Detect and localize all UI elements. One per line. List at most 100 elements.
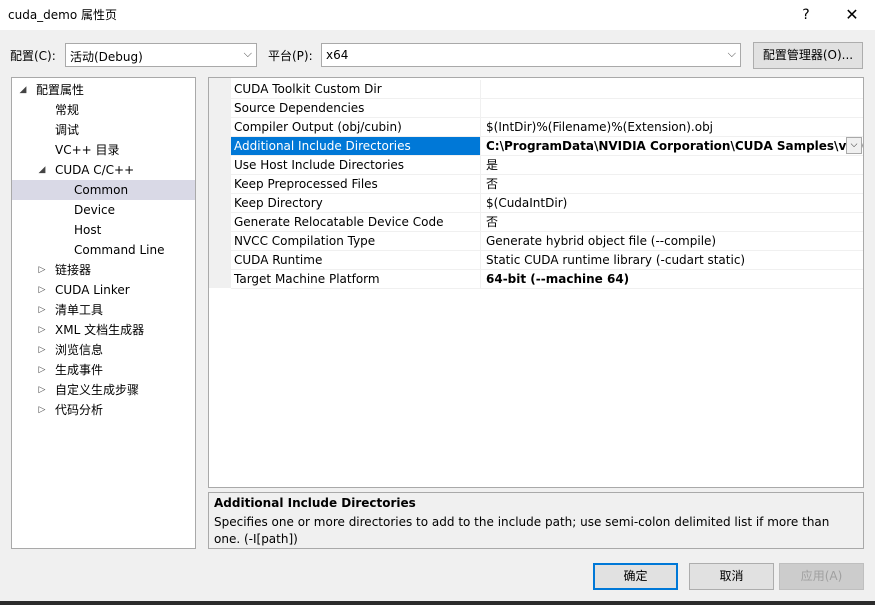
description-title: Additional Include Directories	[214, 496, 416, 510]
tree-item[interactable]: ▷ CUDA Linker	[12, 280, 195, 300]
tree-item[interactable]: VC++ 目录	[12, 140, 195, 160]
tree-item-label: Device	[74, 203, 116, 217]
property-value[interactable]: $(CudaIntDir)	[483, 194, 863, 212]
property-name: NVCC Compilation Type	[231, 232, 481, 250]
platform-select[interactable]: x64 ⌵	[321, 43, 741, 67]
tree-item[interactable]: ▷ 自定义生成步骤	[12, 380, 195, 400]
collapsed-arrow-icon[interactable]: ▷	[37, 400, 47, 420]
tree-item-label: 常规	[55, 103, 80, 117]
platform-label: 平台(P):	[268, 49, 313, 63]
property-tree[interactable]: ◢ 配置属性常规调试 VC++ 目录 ◢ CUDA C/C++ Common Device H…	[11, 77, 196, 549]
property-row[interactable]: Target Machine Platform 64-bit (--machine…	[231, 270, 863, 289]
tree-item-label: 代码分析	[55, 403, 104, 417]
tree-item[interactable]: ▷ 代码分析	[12, 400, 195, 420]
collapsed-arrow-icon[interactable]: ▷	[37, 380, 47, 400]
tree-item[interactable]: ▷ 生成事件	[12, 360, 195, 380]
chevron-down-icon: ⌵	[727, 47, 736, 60]
chevron-down-icon[interactable]: ⌵	[846, 137, 862, 154]
property-name: Source Dependencies	[231, 99, 481, 117]
collapsed-arrow-icon[interactable]: ▷	[37, 260, 47, 280]
property-row[interactable]: Additional Include Directories C:\Program…	[231, 137, 863, 156]
tree-item[interactable]: ▷ 链接器	[12, 260, 195, 280]
config-value: 活动(Debug)	[70, 50, 143, 64]
title-bar: cuda_demo 属性页 ? ✕	[0, 0, 875, 30]
property-row[interactable]: NVCC Compilation Type Generate hybrid obj…	[231, 232, 863, 251]
property-name: Target Machine Platform	[231, 270, 481, 288]
apply-button[interactable]: 应用(A)	[779, 563, 864, 590]
property-value[interactable]: 64-bit (--machine 64)	[483, 270, 863, 288]
close-button[interactable]: ✕	[838, 4, 866, 26]
tree-item[interactable]: Command Line	[12, 240, 195, 260]
property-name: CUDA Toolkit Custom Dir	[231, 80, 481, 98]
property-row[interactable]: CUDA Runtime Static CUDA runtime library …	[231, 251, 863, 270]
description-text: Specifies one or more directories to add…	[214, 515, 830, 546]
tree-item[interactable]: 常规	[12, 100, 195, 120]
tree-item[interactable]: Host	[12, 220, 195, 240]
property-value[interactable]: $(IntDir)%(Filename)%(Extension).obj	[483, 118, 863, 136]
tree-item-label: XML 文档生成器	[55, 323, 145, 337]
property-row[interactable]: Generate Relocatable Device Code 否	[231, 213, 863, 232]
tree-item[interactable]: Device	[12, 200, 195, 220]
collapsed-arrow-icon[interactable]: ▷	[37, 340, 47, 360]
property-value[interactable]	[483, 99, 863, 117]
config-select[interactable]: 活动(Debug) ⌵	[65, 43, 257, 67]
taskbar-edge	[0, 601, 875, 605]
property-value[interactable]: Static CUDA runtime library (-cudart sta…	[483, 251, 863, 269]
property-row[interactable]: Compiler Output (obj/cubin) $(IntDir)%(Fi…	[231, 118, 863, 137]
property-row[interactable]: Keep Directory $(CudaIntDir)	[231, 194, 863, 213]
tree-item-label: CUDA Linker	[55, 283, 130, 297]
tree-item-label: CUDA C/C++	[55, 163, 135, 177]
tree-item-label: 配置属性	[36, 83, 85, 97]
collapsed-arrow-icon[interactable]: ▷	[37, 320, 47, 340]
window-title: cuda_demo 属性页	[8, 8, 118, 22]
property-row[interactable]: CUDA Toolkit Custom Dir	[231, 80, 863, 99]
property-value[interactable]	[483, 80, 863, 98]
collapsed-arrow-icon[interactable]: ▷	[37, 280, 47, 300]
property-value[interactable]: C:\ProgramData\NVIDIA Corporation\CUDA S…	[483, 137, 863, 155]
tree-item-label: Command Line	[74, 243, 165, 257]
help-button[interactable]: ?	[792, 4, 820, 26]
expanded-arrow-icon[interactable]: ◢	[37, 160, 47, 180]
property-name: Generate Relocatable Device Code	[231, 213, 481, 231]
property-row[interactable]: Source Dependencies	[231, 99, 863, 118]
property-value[interactable]: 否	[483, 175, 863, 193]
tree-item-label: 清单工具	[55, 303, 104, 317]
tree-item[interactable]: ▷ XML 文档生成器	[12, 320, 195, 340]
configuration-manager-button[interactable]: 配置管理器(O)...	[753, 42, 863, 69]
tree-item[interactable]: ▷ 清单工具	[12, 300, 195, 320]
property-name: Keep Directory	[231, 194, 481, 212]
tree-item[interactable]: 调试	[12, 120, 195, 140]
tree-item[interactable]: ◢ CUDA C/C++	[12, 160, 195, 180]
property-row[interactable]: Keep Preprocessed Files 否	[231, 175, 863, 194]
tree-item[interactable]: ▷ 浏览信息	[12, 340, 195, 360]
property-name: Compiler Output (obj/cubin)	[231, 118, 481, 136]
property-value[interactable]: 是	[483, 156, 863, 174]
property-value[interactable]: Generate hybrid object file (--compile)	[483, 232, 863, 250]
property-name: Keep Preprocessed Files	[231, 175, 481, 193]
tree-item-label: 浏览信息	[55, 343, 104, 357]
tree-item[interactable]: Common	[12, 180, 195, 200]
collapsed-arrow-icon[interactable]: ▷	[37, 360, 47, 380]
grid-margin	[209, 78, 231, 288]
tree-item-label: Host	[74, 223, 102, 237]
config-label: 配置(C):	[10, 49, 56, 63]
tree-item-label: Common	[74, 183, 129, 197]
tree-item-label: 生成事件	[55, 363, 104, 377]
tree-item-label: 链接器	[55, 263, 92, 277]
platform-value: x64	[326, 48, 349, 62]
property-name: CUDA Runtime	[231, 251, 481, 269]
ok-button[interactable]: 确定	[593, 563, 678, 590]
property-name: Use Host Include Directories	[231, 156, 481, 174]
property-value[interactable]: 否	[483, 213, 863, 231]
tree-item-label: 自定义生成步骤	[55, 383, 140, 397]
property-row[interactable]: Use Host Include Directories 是	[231, 156, 863, 175]
expanded-arrow-icon[interactable]: ◢	[18, 80, 28, 100]
description-panel: Additional Include Directories Specifies…	[208, 492, 864, 549]
chevron-down-icon: ⌵	[243, 47, 252, 60]
collapsed-arrow-icon[interactable]: ▷	[37, 300, 47, 320]
property-grid[interactable]: CUDA Toolkit Custom Dir Source Dependenci…	[208, 77, 864, 488]
cancel-button[interactable]: 取消	[689, 563, 774, 590]
tree-item-label: VC++ 目录	[55, 143, 120, 157]
tree-item[interactable]: ◢ 配置属性	[12, 80, 195, 100]
property-name: Additional Include Directories	[231, 137, 481, 155]
